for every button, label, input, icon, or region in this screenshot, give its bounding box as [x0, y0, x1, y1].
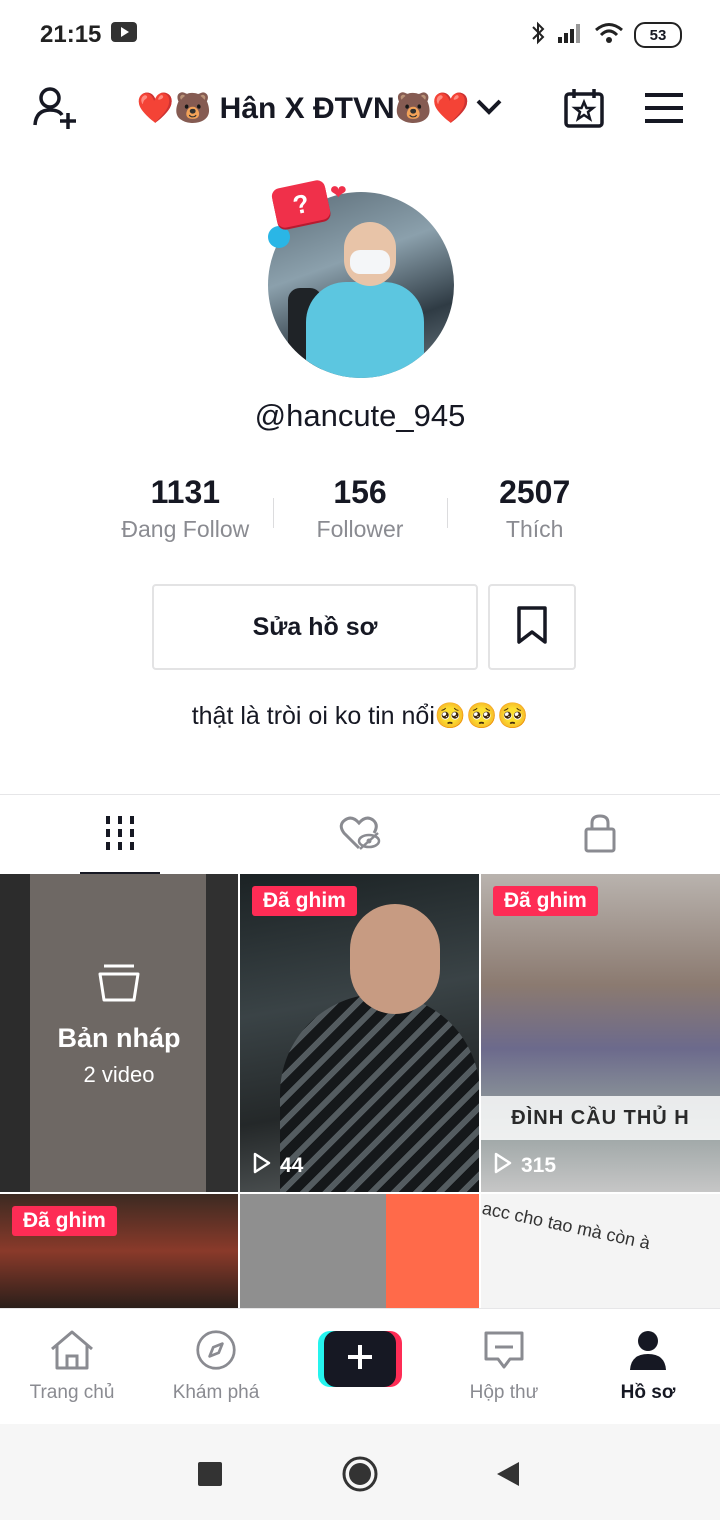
bio: thật là tròi oi ko tin nổi🥺🥺🥺: [191, 702, 529, 730]
drafts-icon: [98, 964, 140, 1008]
heart-sticker-icon: ❤: [330, 182, 347, 204]
edit-profile-button[interactable]: Sửa hồ sơ: [152, 584, 478, 670]
pinned-badge: Đã ghim: [252, 886, 357, 916]
account-name: ❤️🐻 Hân X ĐTVN🐻❤️: [136, 91, 470, 125]
draft-title: Bản nháp: [57, 1023, 181, 1053]
nav-label: Trang chủ: [29, 1382, 115, 1403]
bottom-nav: Trang chủ Khám phá Hộp thư Hồ sơ: [0, 1308, 720, 1425]
nav-home[interactable]: Trang chủ: [0, 1309, 144, 1425]
play-icon: [252, 1152, 272, 1180]
profile-header: ❤️🐻 Hân X ĐTVN🐻❤️: [0, 70, 720, 144]
tab-videos[interactable]: [0, 795, 240, 875]
chevron-down-icon: [475, 91, 503, 125]
video-thumbnail[interactable]: [240, 1194, 479, 1308]
account-switcher[interactable]: ❤️🐻 Hân X ĐTVN🐻❤️: [110, 82, 530, 134]
battery-level: 53: [649, 26, 667, 44]
tab-private[interactable]: [480, 795, 720, 875]
stat-value: 156: [333, 474, 387, 510]
tab-liked[interactable]: [240, 795, 480, 875]
video-caption: ĐÌNH CẦU THỦ H: [481, 1096, 720, 1140]
stat-label: Thích: [505, 516, 564, 542]
bookmark-icon: [515, 605, 549, 650]
video-thumbnail[interactable]: Đã ghim: [0, 1194, 238, 1308]
signal-icon: [556, 22, 584, 49]
home-icon: [48, 1329, 96, 1376]
system-nav-bar: [0, 1424, 720, 1520]
stat-label: Đang Follow: [121, 516, 250, 542]
bluetooth-icon: [530, 21, 546, 50]
play-count-value: 44: [280, 1154, 304, 1177]
plus-icon: [346, 1343, 374, 1376]
draft-count: 2 video: [83, 1062, 155, 1087]
nav-discover[interactable]: Khám phá: [144, 1309, 288, 1425]
play-count: 44: [252, 1152, 303, 1180]
menu-icon[interactable]: [638, 82, 690, 134]
nav-label: Hồ sơ: [620, 1382, 676, 1403]
nav-label: Khám phá: [172, 1382, 260, 1403]
stat-value: 2507: [499, 474, 571, 510]
nav-inbox[interactable]: Hộp thư: [432, 1309, 576, 1425]
videos-grid-icon: [104, 815, 136, 855]
video-thumbnail[interactable]: Đã ghim 44: [240, 874, 479, 1192]
home-button-icon[interactable]: [340, 1454, 380, 1494]
compass-icon: [193, 1329, 239, 1376]
video-grid: Bản nháp 2 video Đã ghim 44 ĐÌNH CẦU THỦ…: [0, 874, 720, 1308]
nav-create[interactable]: [288, 1309, 432, 1425]
profile-stats: 1131 Đang Follow 156 Follower 2507 Thích: [98, 472, 622, 552]
nav-profile[interactable]: Hồ sơ: [576, 1309, 720, 1425]
liked-hidden-icon: [339, 815, 381, 856]
nav-label: Hộp thư: [469, 1382, 539, 1403]
profile-icon: [627, 1329, 669, 1376]
status-time: 21:15: [40, 21, 102, 48]
username: @hancute_945: [254, 398, 466, 433]
status-bar: 21:15 53: [0, 0, 720, 70]
recents-icon[interactable]: [190, 1454, 230, 1494]
profile-tabs: [0, 794, 720, 875]
back-icon[interactable]: [488, 1454, 528, 1494]
play-count-value: 315: [521, 1154, 557, 1177]
youtube-icon: [111, 21, 138, 49]
video-thumbnail[interactable]: acc cho tao mà còn à: [481, 1194, 720, 1308]
stat-following[interactable]: 1131 Đang Follow: [98, 472, 273, 552]
play-icon: [493, 1152, 513, 1180]
pinned-badge: Đã ghim: [12, 1206, 117, 1236]
avatar[interactable]: ? ❤: [264, 178, 460, 384]
stat-value: 1131: [150, 474, 221, 510]
inbox-icon: [482, 1329, 526, 1376]
wifi-icon: [594, 22, 624, 49]
video-caption: acc cho tao mà còn à: [481, 1197, 652, 1254]
stat-likes[interactable]: 2507 Thích: [447, 472, 622, 552]
add-friend-icon[interactable]: [30, 82, 82, 134]
draft-tile[interactable]: Bản nháp 2 video: [0, 874, 238, 1192]
calendar-star-icon[interactable]: [558, 82, 610, 134]
sticker-dot-icon: [268, 226, 290, 248]
battery-icon: 53: [634, 22, 682, 48]
stat-followers[interactable]: 156 Follower: [272, 472, 448, 552]
stat-label: Follower: [316, 516, 404, 542]
create-button[interactable]: [318, 1331, 402, 1387]
video-thumbnail[interactable]: ĐÌNH CẦU THỦ H Đã ghim 315: [481, 874, 720, 1192]
play-count: 315: [493, 1152, 556, 1180]
bookmark-button[interactable]: [488, 584, 576, 670]
private-lock-icon: [583, 813, 617, 858]
pinned-badge: Đã ghim: [493, 886, 598, 916]
